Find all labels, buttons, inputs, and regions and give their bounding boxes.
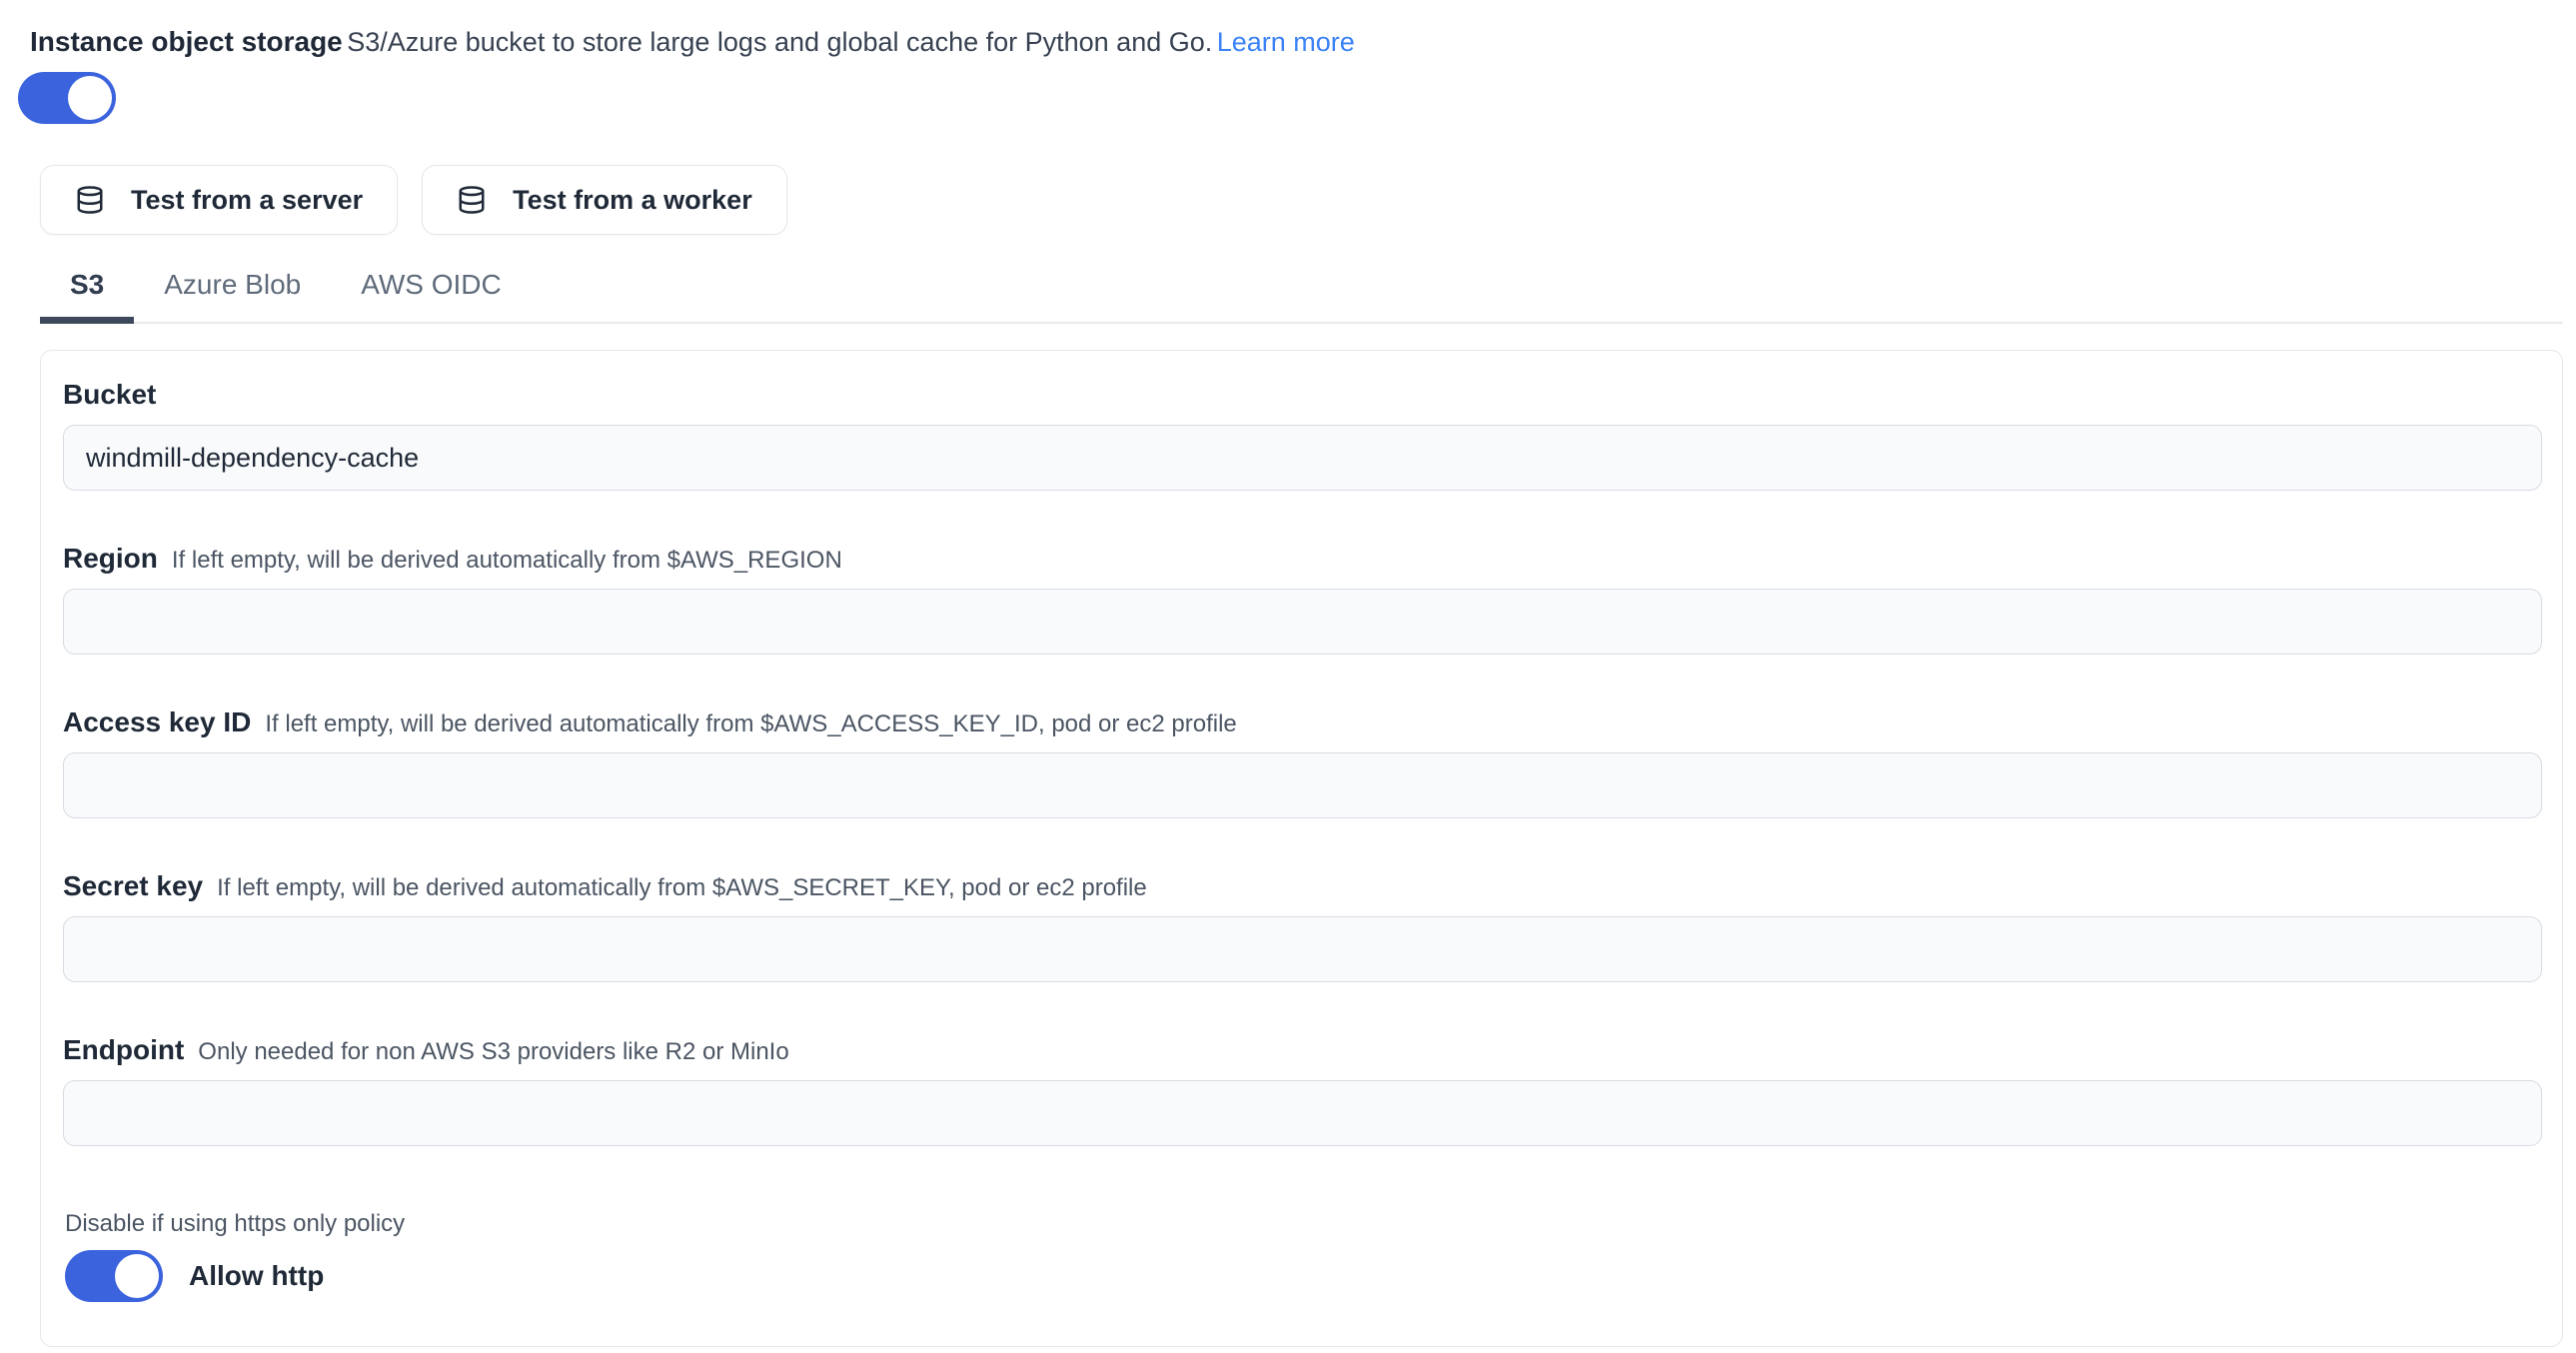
- test-from-server-label: Test from a server: [131, 185, 363, 216]
- storage-provider-tabs: S3 Azure Blob AWS OIDC: [40, 255, 2563, 324]
- database-icon: [75, 185, 105, 215]
- section-header: Instance object storage S3/Azure bucket …: [30, 24, 2576, 60]
- endpoint-input[interactable]: [63, 1080, 2542, 1146]
- test-from-worker-button[interactable]: Test from a worker: [422, 165, 787, 235]
- s3-settings-panel: Bucket Region If left empty, will be der…: [40, 350, 2563, 1347]
- endpoint-field: Endpoint Only needed for non AWS S3 prov…: [63, 1034, 2540, 1146]
- test-actions: Test from a server Test from a worker: [40, 165, 2576, 235]
- bucket-field: Bucket: [63, 379, 2540, 491]
- bucket-label: Bucket: [63, 379, 156, 411]
- object-storage-toggle[interactable]: [18, 72, 116, 124]
- test-from-worker-label: Test from a worker: [513, 185, 752, 216]
- access-key-id-input[interactable]: [63, 752, 2542, 818]
- tab-s3[interactable]: S3: [40, 255, 134, 324]
- toggle-knob: [68, 76, 112, 120]
- database-icon: [457, 185, 487, 215]
- access-key-id-helper: If left empty, will be derived automatic…: [265, 710, 1236, 738]
- endpoint-label: Endpoint: [63, 1034, 184, 1066]
- allow-http-label: Allow http: [189, 1260, 324, 1292]
- region-input[interactable]: [63, 589, 2542, 655]
- access-key-id-label: Access key ID: [63, 706, 251, 738]
- bucket-input[interactable]: [63, 425, 2542, 491]
- secret-key-label: Secret key: [63, 870, 203, 902]
- secret-key-field: Secret key If left empty, will be derive…: [63, 870, 2540, 982]
- access-key-id-field: Access key ID If left empty, will be der…: [63, 706, 2540, 818]
- region-label: Region: [63, 543, 158, 575]
- secret-key-helper: If left empty, will be derived automatic…: [217, 874, 1147, 902]
- region-helper: If left empty, will be derived automatic…: [172, 547, 842, 575]
- learn-more-link[interactable]: Learn more: [1217, 27, 1355, 57]
- toggle-knob: [115, 1254, 159, 1298]
- allow-http-toggle[interactable]: [65, 1250, 163, 1302]
- page-description: S3/Azure bucket to store large logs and …: [347, 27, 1212, 57]
- region-field: Region If left empty, will be derived au…: [63, 543, 2540, 655]
- test-from-server-button[interactable]: Test from a server: [40, 165, 398, 235]
- tab-azure-blob[interactable]: Azure Blob: [134, 255, 331, 324]
- allow-http-section: Disable if using https only policy Allow…: [65, 1210, 2540, 1302]
- allow-http-note: Disable if using https only policy: [65, 1210, 2540, 1238]
- page-title: Instance object storage: [30, 26, 343, 57]
- endpoint-helper: Only needed for non AWS S3 providers lik…: [198, 1038, 788, 1066]
- tab-aws-oidc[interactable]: AWS OIDC: [331, 255, 532, 324]
- instance-object-storage-settings: Instance object storage S3/Azure bucket …: [0, 0, 2576, 1347]
- secret-key-input[interactable]: [63, 916, 2542, 982]
